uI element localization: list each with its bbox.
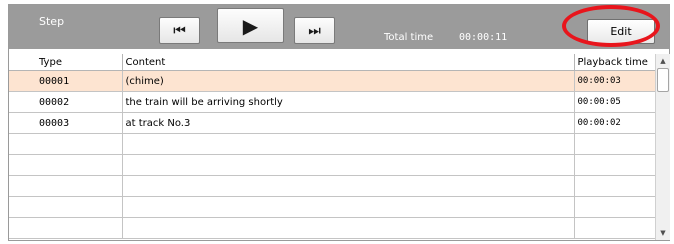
skip-previous-icon: ⏮ bbox=[173, 22, 186, 39]
table-row[interactable]: 00001 (chime) 00:00:03 bbox=[9, 70, 656, 92]
vertical-scrollbar[interactable]: ▲ ▼ bbox=[655, 54, 670, 240]
cell-type bbox=[9, 175, 123, 197]
column-header-type[interactable]: Type bbox=[9, 54, 123, 71]
cell-content bbox=[122, 154, 575, 176]
table-row[interactable] bbox=[9, 217, 656, 239]
cell-playback-time: 00:00:03 bbox=[574, 70, 656, 92]
step-label: Step bbox=[39, 15, 65, 28]
cell-playback-time bbox=[574, 154, 656, 176]
table-row[interactable]: 00003 at track No.3 00:00:02 bbox=[9, 112, 656, 134]
cell-type: 00003 bbox=[9, 112, 123, 134]
toolbar: Step ⏮ ▶ ⏭ Total time 00:00:11 Edit bbox=[9, 5, 669, 49]
scroll-down-arrow-icon[interactable]: ▼ bbox=[656, 226, 670, 240]
cell-playback-time bbox=[574, 175, 656, 197]
cell-content: at track No.3 bbox=[122, 112, 575, 134]
table-header-row: Type Content Playback time bbox=[9, 54, 656, 71]
cell-playback-time bbox=[574, 133, 656, 155]
cell-type bbox=[9, 217, 123, 239]
cell-type bbox=[9, 154, 123, 176]
scrollbar-thumb[interactable] bbox=[657, 68, 669, 92]
playlist-table: Type Content Playback time 00001 (chime) 0… bbox=[9, 54, 656, 239]
cell-playback-time: 00:00:02 bbox=[574, 112, 656, 134]
cell-content bbox=[122, 196, 575, 218]
table-row[interactable]: 00002 the train will be arriving shortly 0… bbox=[9, 91, 656, 113]
cell-content bbox=[122, 217, 575, 239]
cell-content bbox=[122, 133, 575, 155]
column-header-playback-time[interactable]: Playback time bbox=[574, 54, 656, 71]
skip-next-icon: ⏭ bbox=[308, 22, 321, 39]
cell-type: 00001 bbox=[9, 70, 123, 92]
total-time-label: Total time bbox=[384, 32, 434, 43]
playback-panel: Step ⏮ ▶ ⏭ Total time 00:00:11 Edit Type… bbox=[8, 4, 670, 241]
table-row[interactable] bbox=[9, 133, 656, 155]
cell-content: the train will be arriving shortly bbox=[122, 91, 575, 113]
total-time-value: 00:00:11 bbox=[459, 32, 508, 43]
table-row[interactable] bbox=[9, 154, 656, 176]
skip-previous-button[interactable]: ⏮ bbox=[159, 17, 200, 44]
skip-next-button[interactable]: ⏭ bbox=[294, 17, 335, 44]
cell-type bbox=[9, 133, 123, 155]
cell-playback-time bbox=[574, 196, 656, 218]
column-header-content[interactable]: Content bbox=[122, 54, 575, 71]
table-row[interactable] bbox=[9, 175, 656, 197]
play-button[interactable]: ▶ bbox=[217, 8, 284, 43]
scroll-up-arrow-icon[interactable]: ▲ bbox=[656, 54, 670, 68]
cell-content bbox=[122, 175, 575, 197]
cell-type: 00002 bbox=[9, 91, 123, 113]
cell-type bbox=[9, 196, 123, 218]
table-row[interactable] bbox=[9, 196, 656, 218]
play-icon: ▶ bbox=[242, 13, 259, 38]
edit-button[interactable]: Edit bbox=[587, 19, 655, 44]
cell-playback-time: 00:00:05 bbox=[574, 91, 656, 113]
cell-playback-time bbox=[574, 217, 656, 239]
cell-content: (chime) bbox=[122, 70, 575, 92]
